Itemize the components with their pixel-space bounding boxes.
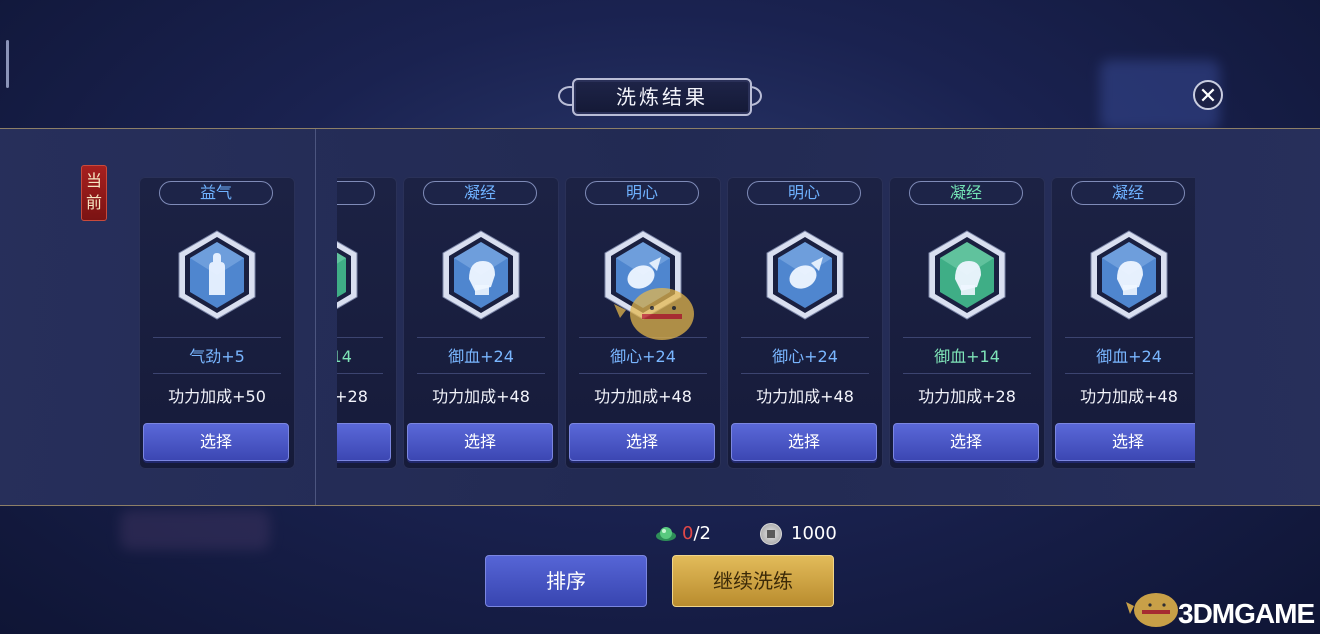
card-name-badge: 益气	[159, 181, 273, 205]
fist-icon	[1090, 230, 1168, 320]
card-stat: 御心+24	[772, 347, 838, 366]
card-stat: 御血+14	[337, 347, 352, 366]
card-gem	[765, 229, 845, 321]
coin-icon	[760, 523, 782, 545]
select-button[interactable]: 选择	[1055, 423, 1195, 461]
attribute-card: 凝经御血+24 功力加成+48 选择	[1051, 177, 1195, 469]
attribute-card: 凝经御血+14 功力加成+28 选择	[889, 177, 1045, 469]
select-button[interactable]: 选择	[143, 423, 289, 461]
gem-used: 0	[682, 523, 694, 544]
card-stat: 气劲+5	[189, 347, 245, 366]
watermark-text: 3DMGAME	[1178, 598, 1315, 629]
fist-icon	[928, 230, 1006, 320]
shield-icon	[766, 230, 844, 320]
panel-divider	[315, 129, 316, 505]
attribute-card: 凝经御血+24 功力加成+48 选择	[403, 177, 559, 469]
palm-icon	[178, 230, 256, 320]
dialog-title-banner: 洗炼结果	[556, 76, 764, 116]
card-stat: 御血+24	[448, 347, 514, 366]
card-stat: 御血+14	[934, 347, 1000, 366]
card-separator	[1065, 373, 1193, 374]
watermark-logo-icon	[1126, 593, 1178, 627]
card-gem	[337, 229, 359, 321]
card-name-badge: 凝经	[337, 181, 375, 205]
card-name-badge: 凝经	[1071, 181, 1185, 205]
select-button[interactable]: 选择	[337, 423, 391, 461]
watermark-mascot-icon	[614, 288, 694, 340]
select-button[interactable]: 选择	[407, 423, 553, 461]
card-separator	[417, 373, 545, 374]
gem-cost: 0/2	[682, 522, 711, 546]
card-power-bonus: 功力加成+48	[1080, 387, 1178, 406]
card-stat: 御血+24	[1096, 347, 1162, 366]
select-button[interactable]: 选择	[569, 423, 715, 461]
card-name-badge: 明心	[747, 181, 861, 205]
close-icon: ✕	[1198, 84, 1218, 109]
select-button[interactable]: 选择	[731, 423, 877, 461]
attribute-card: 凝经御血+14 功力加成+28 选择	[337, 177, 397, 469]
card-separator	[903, 373, 1031, 374]
card-separator	[153, 373, 281, 374]
card-separator	[337, 337, 383, 338]
attribute-card: 明心御心+24 功力加成+48 选择	[727, 177, 883, 469]
jade-gem-icon	[656, 527, 676, 541]
fist-icon	[442, 230, 520, 320]
scroll-indicator	[6, 40, 9, 88]
sort-button[interactable]: 排序	[485, 555, 647, 607]
background-blur	[120, 510, 270, 550]
dialog-title: 洗炼结果	[616, 85, 708, 109]
close-button[interactable]: ✕	[1193, 80, 1223, 110]
card-stat: 御心+24	[610, 347, 676, 366]
title-plate: 洗炼结果	[572, 78, 752, 116]
card-gem	[441, 229, 521, 321]
card-gem	[177, 229, 257, 321]
coin-cost: 1000	[791, 523, 837, 544]
card-power-bonus: 功力加成+48	[756, 387, 854, 406]
card-separator	[153, 337, 281, 338]
card-separator	[1065, 337, 1193, 338]
card-power-bonus: 功力加成+28	[918, 387, 1016, 406]
fist-icon	[337, 240, 358, 310]
card-separator	[417, 337, 545, 338]
card-separator	[741, 337, 869, 338]
card-name-badge: 凝经	[423, 181, 537, 205]
continue-refine-button[interactable]: 继续洗练	[672, 555, 834, 607]
card-gem	[927, 229, 1007, 321]
card-power-bonus: 功力加成+28	[337, 387, 368, 406]
card-power-bonus: 功力加成+48	[594, 387, 692, 406]
card-power-bonus: 功力加成+50	[168, 387, 266, 406]
card-separator	[337, 373, 383, 374]
card-name-badge: 凝经	[909, 181, 1023, 205]
gem-total: /2	[693, 523, 711, 544]
select-button[interactable]: 选择	[893, 423, 1039, 461]
card-name-badge: 明心	[585, 181, 699, 205]
card-separator	[903, 337, 1031, 338]
current-attribute-card: 益气 气劲+5 功力加成+50 选择	[139, 177, 295, 469]
card-gem	[1089, 229, 1169, 321]
card-separator	[579, 373, 707, 374]
current-tag: 当前	[81, 165, 107, 221]
result-cards-list[interactable]: 凝经御血+14 功力加成+28 选择 凝经御血+24 功力加成+48 选择 明心御心+24 功…	[337, 129, 1195, 505]
card-power-bonus: 功力加成+48	[432, 387, 530, 406]
card-separator	[741, 373, 869, 374]
